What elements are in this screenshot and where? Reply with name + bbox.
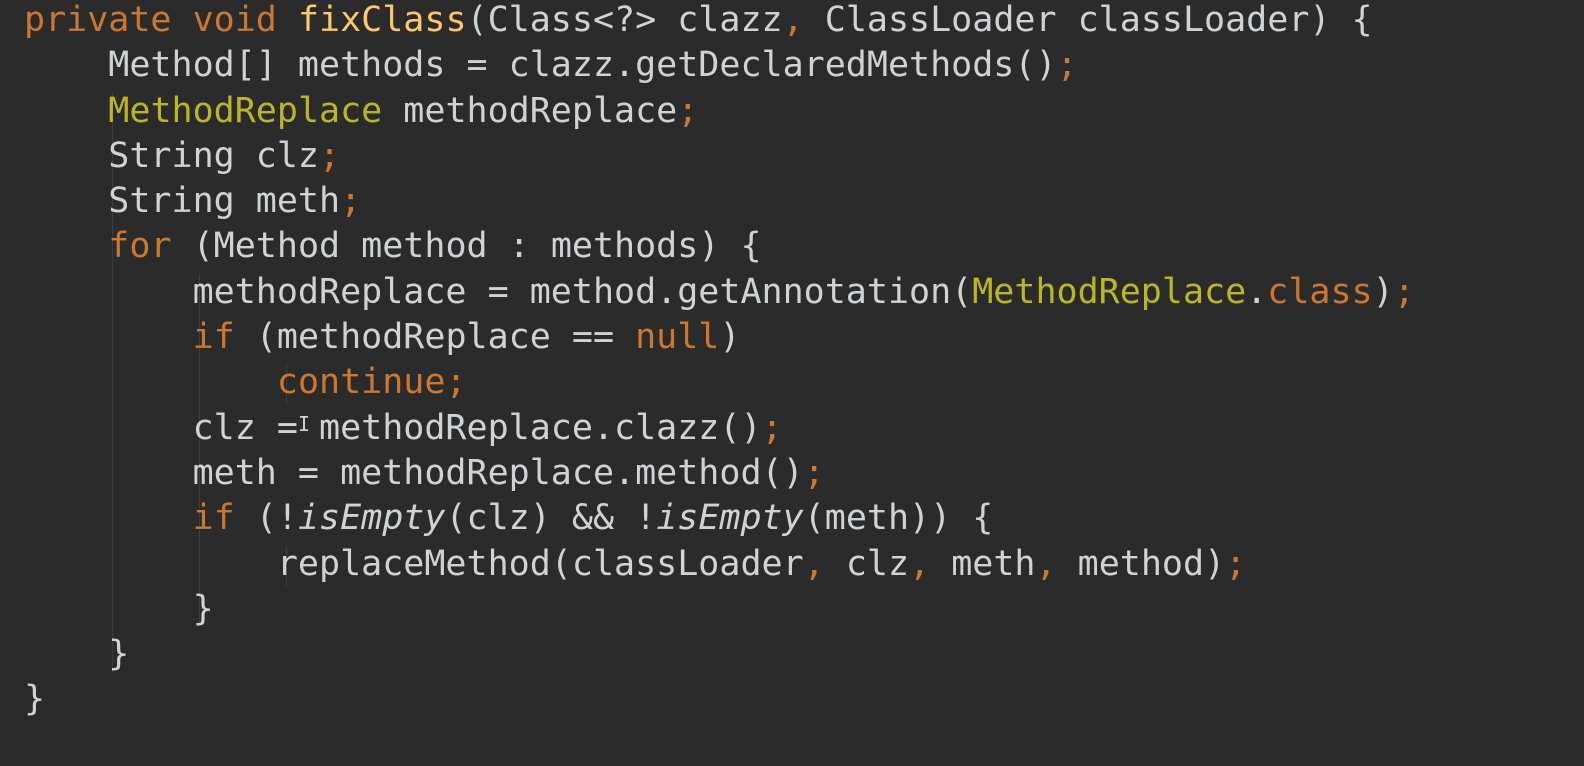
- code-token: ,: [782, 0, 825, 40]
- code-line[interactable]: Method[] methods = clazz.getDeclaredMeth…: [24, 43, 1415, 88]
- code-token: String meth: [24, 181, 341, 222]
- code-token: meth: [951, 543, 1036, 584]
- code-token: ClassLoader classLoader) {: [824, 0, 1373, 40]
- code-token: if: [192, 498, 256, 539]
- code-token: ;: [761, 407, 783, 448]
- code-line[interactable]: }: [24, 587, 1415, 632]
- code-token: ;: [1393, 271, 1415, 312]
- code-token: String clz: [24, 135, 320, 176]
- code-token: if: [192, 317, 256, 358]
- code-token: replaceMethod(classLoader: [24, 543, 804, 584]
- code-token: (clz) && !: [445, 498, 657, 539]
- code-token: continue;: [276, 362, 467, 403]
- i-beam-cursor-icon: I: [298, 412, 311, 436]
- code-token: ): [719, 317, 741, 358]
- code-token: isEmpty: [656, 498, 804, 539]
- code-token: ;: [677, 90, 699, 131]
- code-area[interactable]: private void fixClass(Class<?> clazz, Cl…: [24, 0, 1415, 723]
- code-token: Method[] methods = clazz.getDeclaredMeth…: [24, 45, 1057, 86]
- code-token: }: [24, 679, 46, 720]
- code-token: ;: [1056, 45, 1078, 86]
- code-token: }: [24, 634, 130, 675]
- code-token: class: [1267, 271, 1373, 312]
- code-token: (!: [255, 498, 298, 539]
- code-token: ,: [803, 543, 846, 584]
- code-line[interactable]: replaceMethod(classLoader, clz, meth, me…: [24, 542, 1415, 587]
- code-line[interactable]: String clz;: [24, 134, 1415, 179]
- code-token: ;: [340, 181, 362, 222]
- code-token: methodReplace = method.getAnnotation(: [24, 271, 973, 312]
- code-token: .: [1246, 271, 1268, 312]
- code-token: ;: [803, 452, 825, 493]
- code-token: (Method method : methods) {: [192, 226, 762, 267]
- code-line[interactable]: for (Method method : methods) {: [24, 224, 1415, 269]
- code-line[interactable]: String meth;: [24, 179, 1415, 224]
- code-token: }: [24, 588, 214, 629]
- code-token: null: [635, 317, 720, 358]
- code-token: (Class<?> clazz: [466, 0, 783, 40]
- code-line[interactable]: continue;: [24, 360, 1415, 405]
- code-token: isEmpty: [297, 498, 446, 539]
- code-line[interactable]: clz = methodReplace.clazz();: [24, 406, 1415, 451]
- code-token: ;: [1225, 543, 1247, 584]
- code-token: ;: [319, 135, 341, 176]
- code-token: clz = methodReplace.clazz(): [24, 407, 762, 448]
- code-editor[interactable]: private void fixClass(Class<?> clazz, Cl…: [0, 0, 1584, 766]
- code-line[interactable]: if (!isEmpty(clz) && !isEmpty(meth)) {: [24, 496, 1415, 541]
- code-line[interactable]: MethodReplace methodReplace;: [24, 89, 1415, 134]
- code-token: (methodReplace ==: [255, 317, 636, 358]
- code-line[interactable]: meth = methodReplace.method();: [24, 451, 1415, 496]
- code-token: methodReplace: [382, 90, 678, 131]
- code-token: ,: [1035, 543, 1078, 584]
- code-token: MethodReplace: [972, 271, 1247, 312]
- code-token: method): [1077, 543, 1226, 584]
- code-line[interactable]: }: [24, 677, 1415, 722]
- code-token: (meth)) {: [803, 498, 994, 539]
- code-token: private void: [24, 0, 298, 40]
- code-line[interactable]: if (methodReplace == null): [24, 315, 1415, 360]
- code-token: ,: [909, 543, 952, 584]
- code-token: for: [108, 226, 193, 267]
- code-token: meth = methodReplace.method(): [24, 452, 804, 493]
- code-line[interactable]: }: [24, 632, 1415, 677]
- code-line[interactable]: private void fixClass(Class<?> clazz, Cl…: [24, 0, 1415, 43]
- code-token: MethodReplace: [108, 90, 383, 131]
- code-token: fixClass: [297, 0, 467, 40]
- code-token: clz: [845, 543, 910, 584]
- code-token: ): [1372, 271, 1394, 312]
- code-line[interactable]: methodReplace = method.getAnnotation(Met…: [24, 270, 1415, 315]
